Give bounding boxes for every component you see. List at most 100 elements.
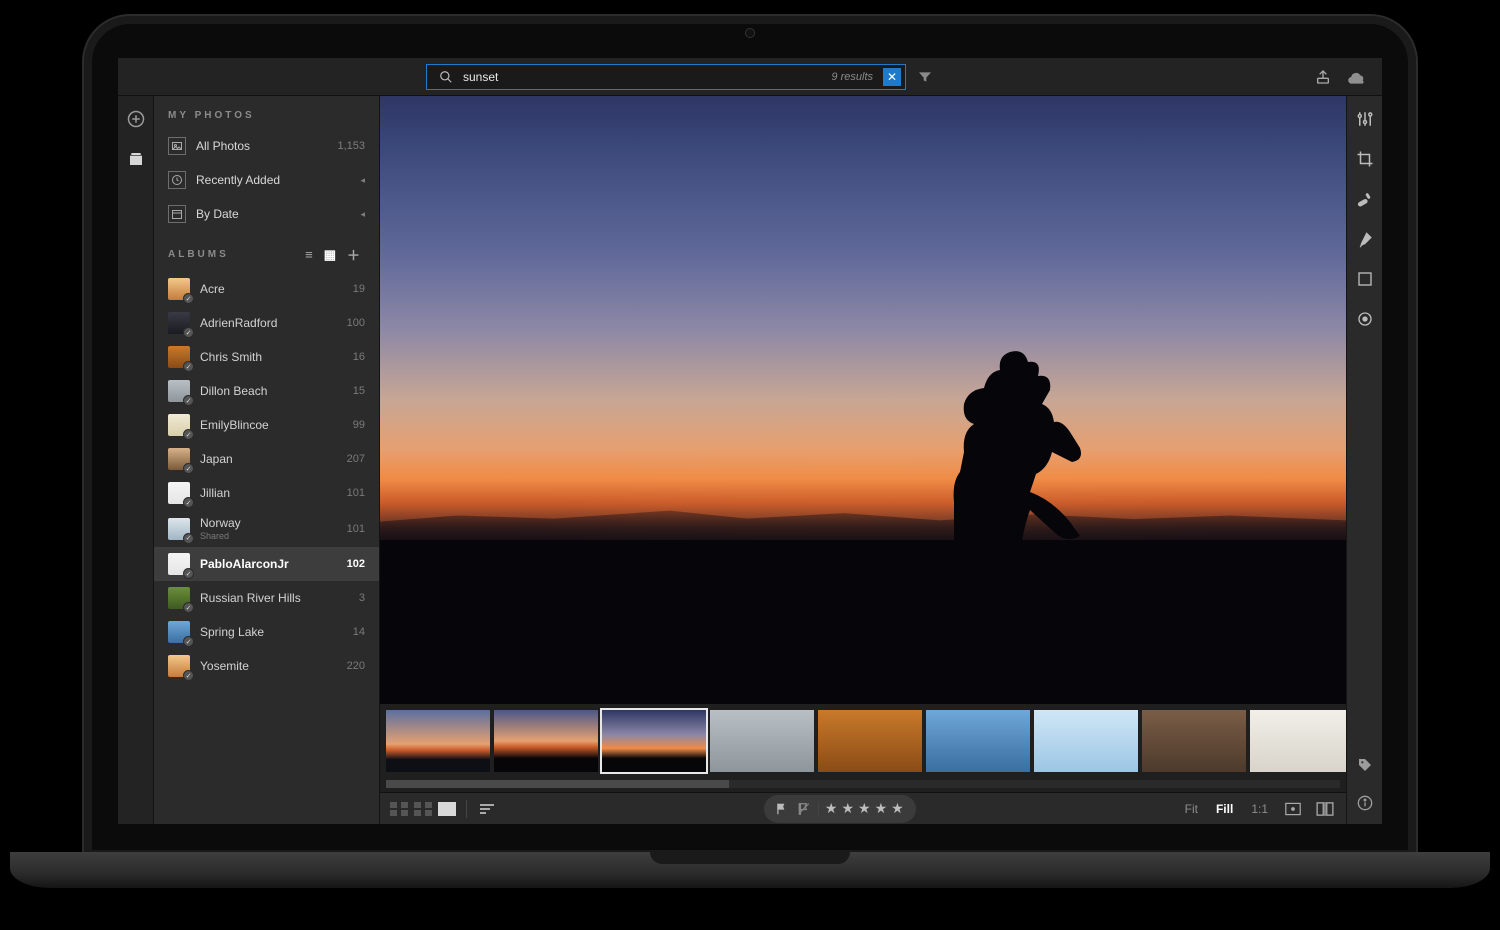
nav-item-recently-added[interactable]: Recently Added◂ [154, 163, 379, 197]
flag-reject-icon[interactable] [796, 798, 812, 820]
sync-badge-icon: ✓ [183, 670, 194, 681]
album-thumbnail: ✓ [168, 312, 190, 334]
info-icon[interactable] [1354, 792, 1376, 814]
album-view-grid-icon[interactable]: ▦ [320, 247, 343, 263]
album-name: Jillian [200, 486, 230, 500]
compare-icon[interactable] [1314, 798, 1336, 820]
filter-icon[interactable] [914, 66, 936, 88]
filmstrip [380, 704, 1346, 780]
right-tool-rail [1346, 96, 1382, 824]
zoom-1to1[interactable]: 1:1 [1247, 802, 1272, 816]
add-photos-icon[interactable] [125, 108, 147, 130]
nav-item-all-photos[interactable]: All Photos1,153 [154, 129, 379, 163]
sync-badge-icon: ✓ [183, 602, 194, 613]
chevron-left-icon: ◂ [360, 209, 365, 220]
star-icon[interactable]: ★ [875, 800, 890, 817]
bottom-toolbar: ★★★★★ Fit Fill 1:1 [380, 792, 1346, 824]
top-bar: 9 results ✕ [118, 58, 1382, 96]
filmstrip-thumbnail[interactable] [602, 710, 706, 772]
album-item[interactable]: ✓NorwayShared101 [154, 510, 379, 547]
tag-icon[interactable] [1354, 754, 1376, 776]
album-name: Acre [200, 282, 225, 296]
album-count: 14 [353, 626, 365, 638]
album-name: Dillon Beach [200, 384, 267, 398]
star-icon[interactable]: ★ [825, 800, 840, 817]
album-count: 100 [347, 317, 365, 329]
chevron-left-icon: ◂ [360, 175, 365, 186]
filmstrip-scrollbar[interactable] [386, 780, 1340, 788]
filmstrip-thumbnail[interactable] [926, 710, 1030, 772]
sort-icon[interactable] [477, 798, 499, 820]
album-count: 207 [347, 453, 365, 465]
zoom-fit[interactable]: Fit [1181, 802, 1202, 816]
add-album-icon[interactable]: ＋ [343, 245, 367, 264]
album-thumbnail: ✓ [168, 414, 190, 436]
album-count: 99 [353, 419, 365, 431]
album-item[interactable]: ✓Japan207 [154, 442, 379, 476]
filmstrip-thumbnail[interactable] [1034, 710, 1138, 772]
star-rating[interactable]: ★★★★★ [825, 800, 906, 817]
view-grid-large-button[interactable] [414, 802, 432, 816]
view-single-button[interactable] [438, 802, 456, 816]
flag-rating-pill: ★★★★★ [764, 795, 916, 823]
star-icon[interactable]: ★ [891, 800, 906, 817]
photo-subject-silhouette [902, 312, 1082, 552]
laptop-camera [745, 28, 755, 38]
myphotos-header: MY PHOTOS [154, 96, 379, 129]
filmstrip-thumbnail[interactable] [386, 710, 490, 772]
filmstrip-thumbnail[interactable] [818, 710, 922, 772]
healing-brush-icon[interactable] [1354, 188, 1376, 210]
album-view-list-icon[interactable]: ≡ [301, 247, 320, 262]
album-thumbnail: ✓ [168, 346, 190, 368]
album-count: 102 [347, 558, 365, 570]
album-item[interactable]: ✓EmilyBlincoe99 [154, 408, 379, 442]
zoom-fill[interactable]: Fill [1212, 802, 1237, 816]
crop-icon[interactable] [1354, 148, 1376, 170]
album-name: PabloAlarconJr [200, 557, 289, 571]
filmstrip-thumbnail[interactable] [494, 710, 598, 772]
photo-viewer[interactable] [380, 96, 1346, 704]
sync-badge-icon: ✓ [183, 361, 194, 372]
sync-badge-icon: ✓ [183, 293, 194, 304]
share-icon[interactable] [1312, 66, 1334, 88]
cloud-sync-icon[interactable] [1346, 66, 1368, 88]
album-item[interactable]: ✓Dillon Beach15 [154, 374, 379, 408]
filmstrip-thumbnail[interactable] [1250, 710, 1346, 772]
clear-search-button[interactable]: ✕ [883, 68, 901, 86]
library-icon[interactable] [125, 148, 147, 170]
radial-gradient-icon[interactable] [1354, 308, 1376, 330]
star-icon[interactable]: ★ [858, 800, 873, 817]
filmstrip-thumbnail[interactable] [1142, 710, 1246, 772]
album-thumbnail: ✓ [168, 448, 190, 470]
album-count: 101 [347, 487, 365, 499]
albums-header: ALBUMS [168, 249, 229, 260]
filmstrip-thumbnail[interactable] [710, 710, 814, 772]
album-item[interactable]: ✓ Acre 19 [154, 272, 379, 306]
album-item[interactable]: ✓ PabloAlarconJr 102 [154, 547, 379, 581]
album-name: AdrienRadford [200, 316, 277, 330]
album-count: 15 [353, 385, 365, 397]
view-grid-small-button[interactable] [390, 802, 408, 816]
calendar-icon [168, 205, 186, 223]
album-thumbnail: ✓ [168, 587, 190, 609]
search-box[interactable]: 9 results ✕ [426, 64, 906, 90]
brush-icon[interactable] [1354, 228, 1376, 250]
star-icon[interactable]: ★ [841, 800, 856, 817]
edit-sliders-icon[interactable] [1354, 108, 1376, 130]
nav-item-by-date[interactable]: By Date◂ [154, 197, 379, 231]
album-item[interactable]: ✓Yosemite220 [154, 649, 379, 683]
album-count: 3 [359, 592, 365, 604]
album-item[interactable]: ✓Russian River Hills3 [154, 581, 379, 615]
album-count: 19 [353, 283, 365, 295]
album-thumbnail: ✓ [168, 553, 190, 575]
album-name: Spring Lake [200, 625, 264, 639]
album-item[interactable]: ✓ AdrienRadford 100 [154, 306, 379, 340]
show-original-icon[interactable] [1282, 798, 1304, 820]
album-item[interactable]: ✓Spring Lake14 [154, 615, 379, 649]
flag-pick-icon[interactable] [774, 798, 790, 820]
album-item[interactable]: ✓Chris Smith16 [154, 340, 379, 374]
sync-badge-icon: ✓ [183, 327, 194, 338]
linear-gradient-icon[interactable] [1354, 268, 1376, 290]
album-item[interactable]: ✓Jillian101 [154, 476, 379, 510]
search-input[interactable] [463, 65, 825, 89]
